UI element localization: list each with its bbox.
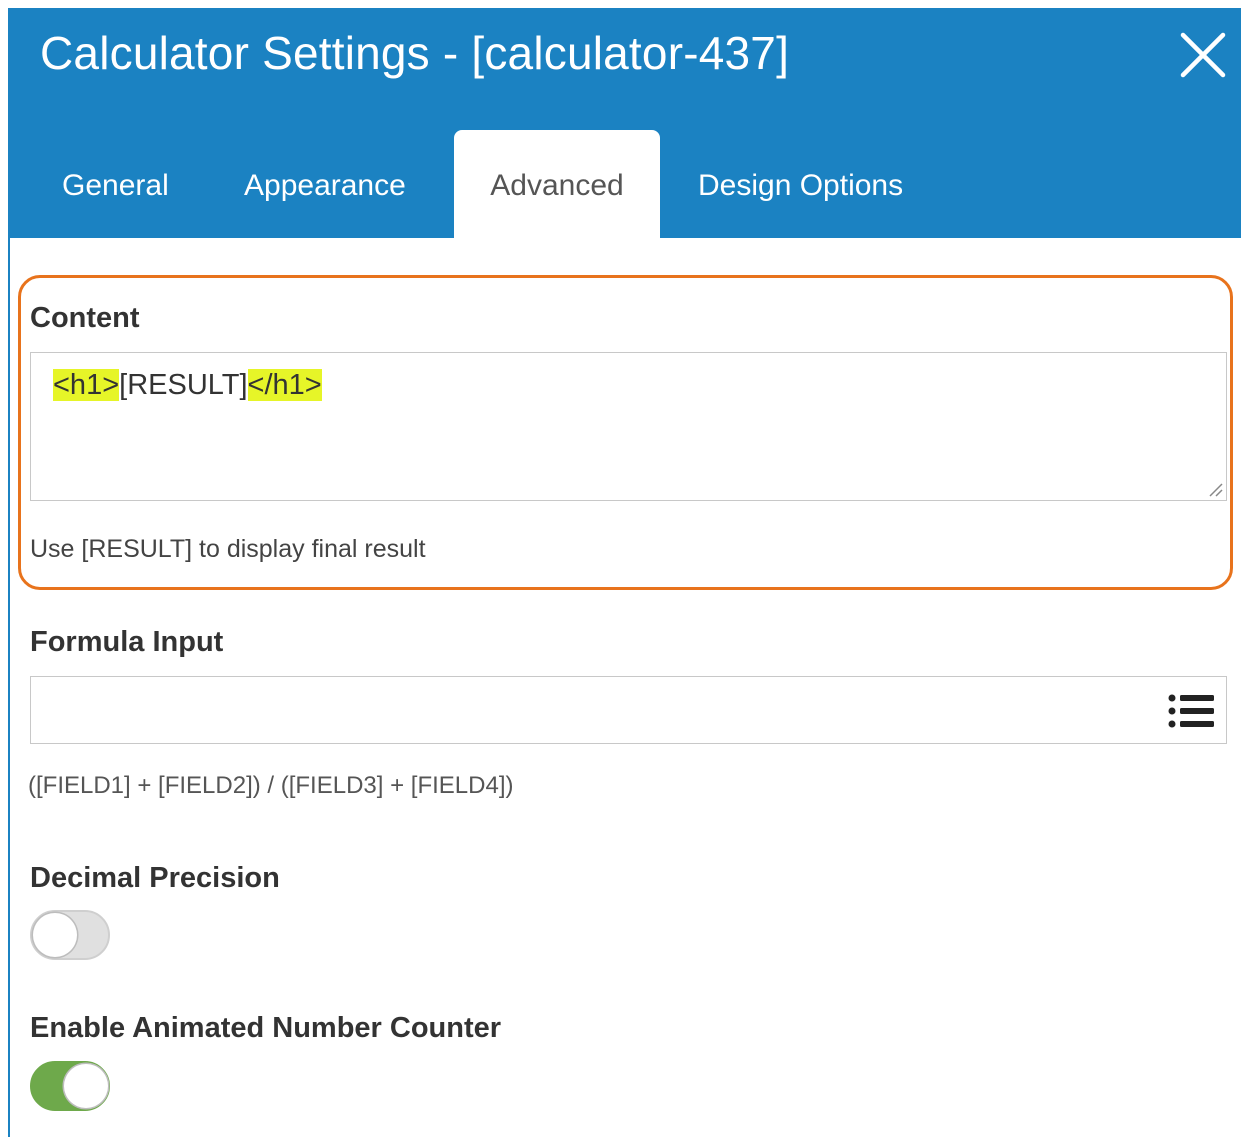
content-label: Content xyxy=(30,302,140,334)
toggle-knob xyxy=(33,913,77,957)
open-tag-highlight: <h1> xyxy=(53,369,120,401)
result-placeholder: [RESULT] xyxy=(119,369,248,401)
animated-counter-label: Enable Animated Number Counter xyxy=(30,1012,502,1044)
content-value: <h1>[RESULT]</h1> xyxy=(53,369,322,402)
tab-design-options[interactable]: Design Options xyxy=(698,130,903,238)
tab-bar: General Appearance Advanced Design Optio… xyxy=(10,130,1241,238)
content-hint: Use [RESULT] to display final result xyxy=(30,535,426,563)
list-icon[interactable] xyxy=(1168,693,1214,729)
dialog-header: Calculator Settings - [calculator-437] G… xyxy=(10,8,1241,238)
toggle-knob xyxy=(64,1064,108,1108)
decimal-precision-toggle[interactable] xyxy=(30,910,110,960)
resize-handle-icon[interactable] xyxy=(1207,481,1223,497)
close-tag-highlight: </h1> xyxy=(247,369,322,401)
close-icon[interactable] xyxy=(1178,30,1228,80)
tab-appearance[interactable]: Appearance xyxy=(244,130,406,238)
animated-counter-toggle[interactable] xyxy=(30,1061,110,1111)
calculator-settings-dialog: Calculator Settings - [calculator-437] G… xyxy=(8,8,1241,1137)
decimal-precision-label: Decimal Precision xyxy=(30,862,280,894)
tab-advanced[interactable]: Advanced xyxy=(454,130,660,238)
dialog-title: Calculator Settings - [calculator-437] xyxy=(40,27,790,79)
formula-example: ([FIELD1] + [FIELD2]) / ([FIELD3] + [FIE… xyxy=(28,772,514,799)
formula-input[interactable] xyxy=(30,676,1227,744)
content-textarea[interactable]: <h1>[RESULT]</h1> xyxy=(30,352,1227,501)
formula-input-label: Formula Input xyxy=(30,626,224,658)
tab-general[interactable]: General xyxy=(62,130,169,238)
